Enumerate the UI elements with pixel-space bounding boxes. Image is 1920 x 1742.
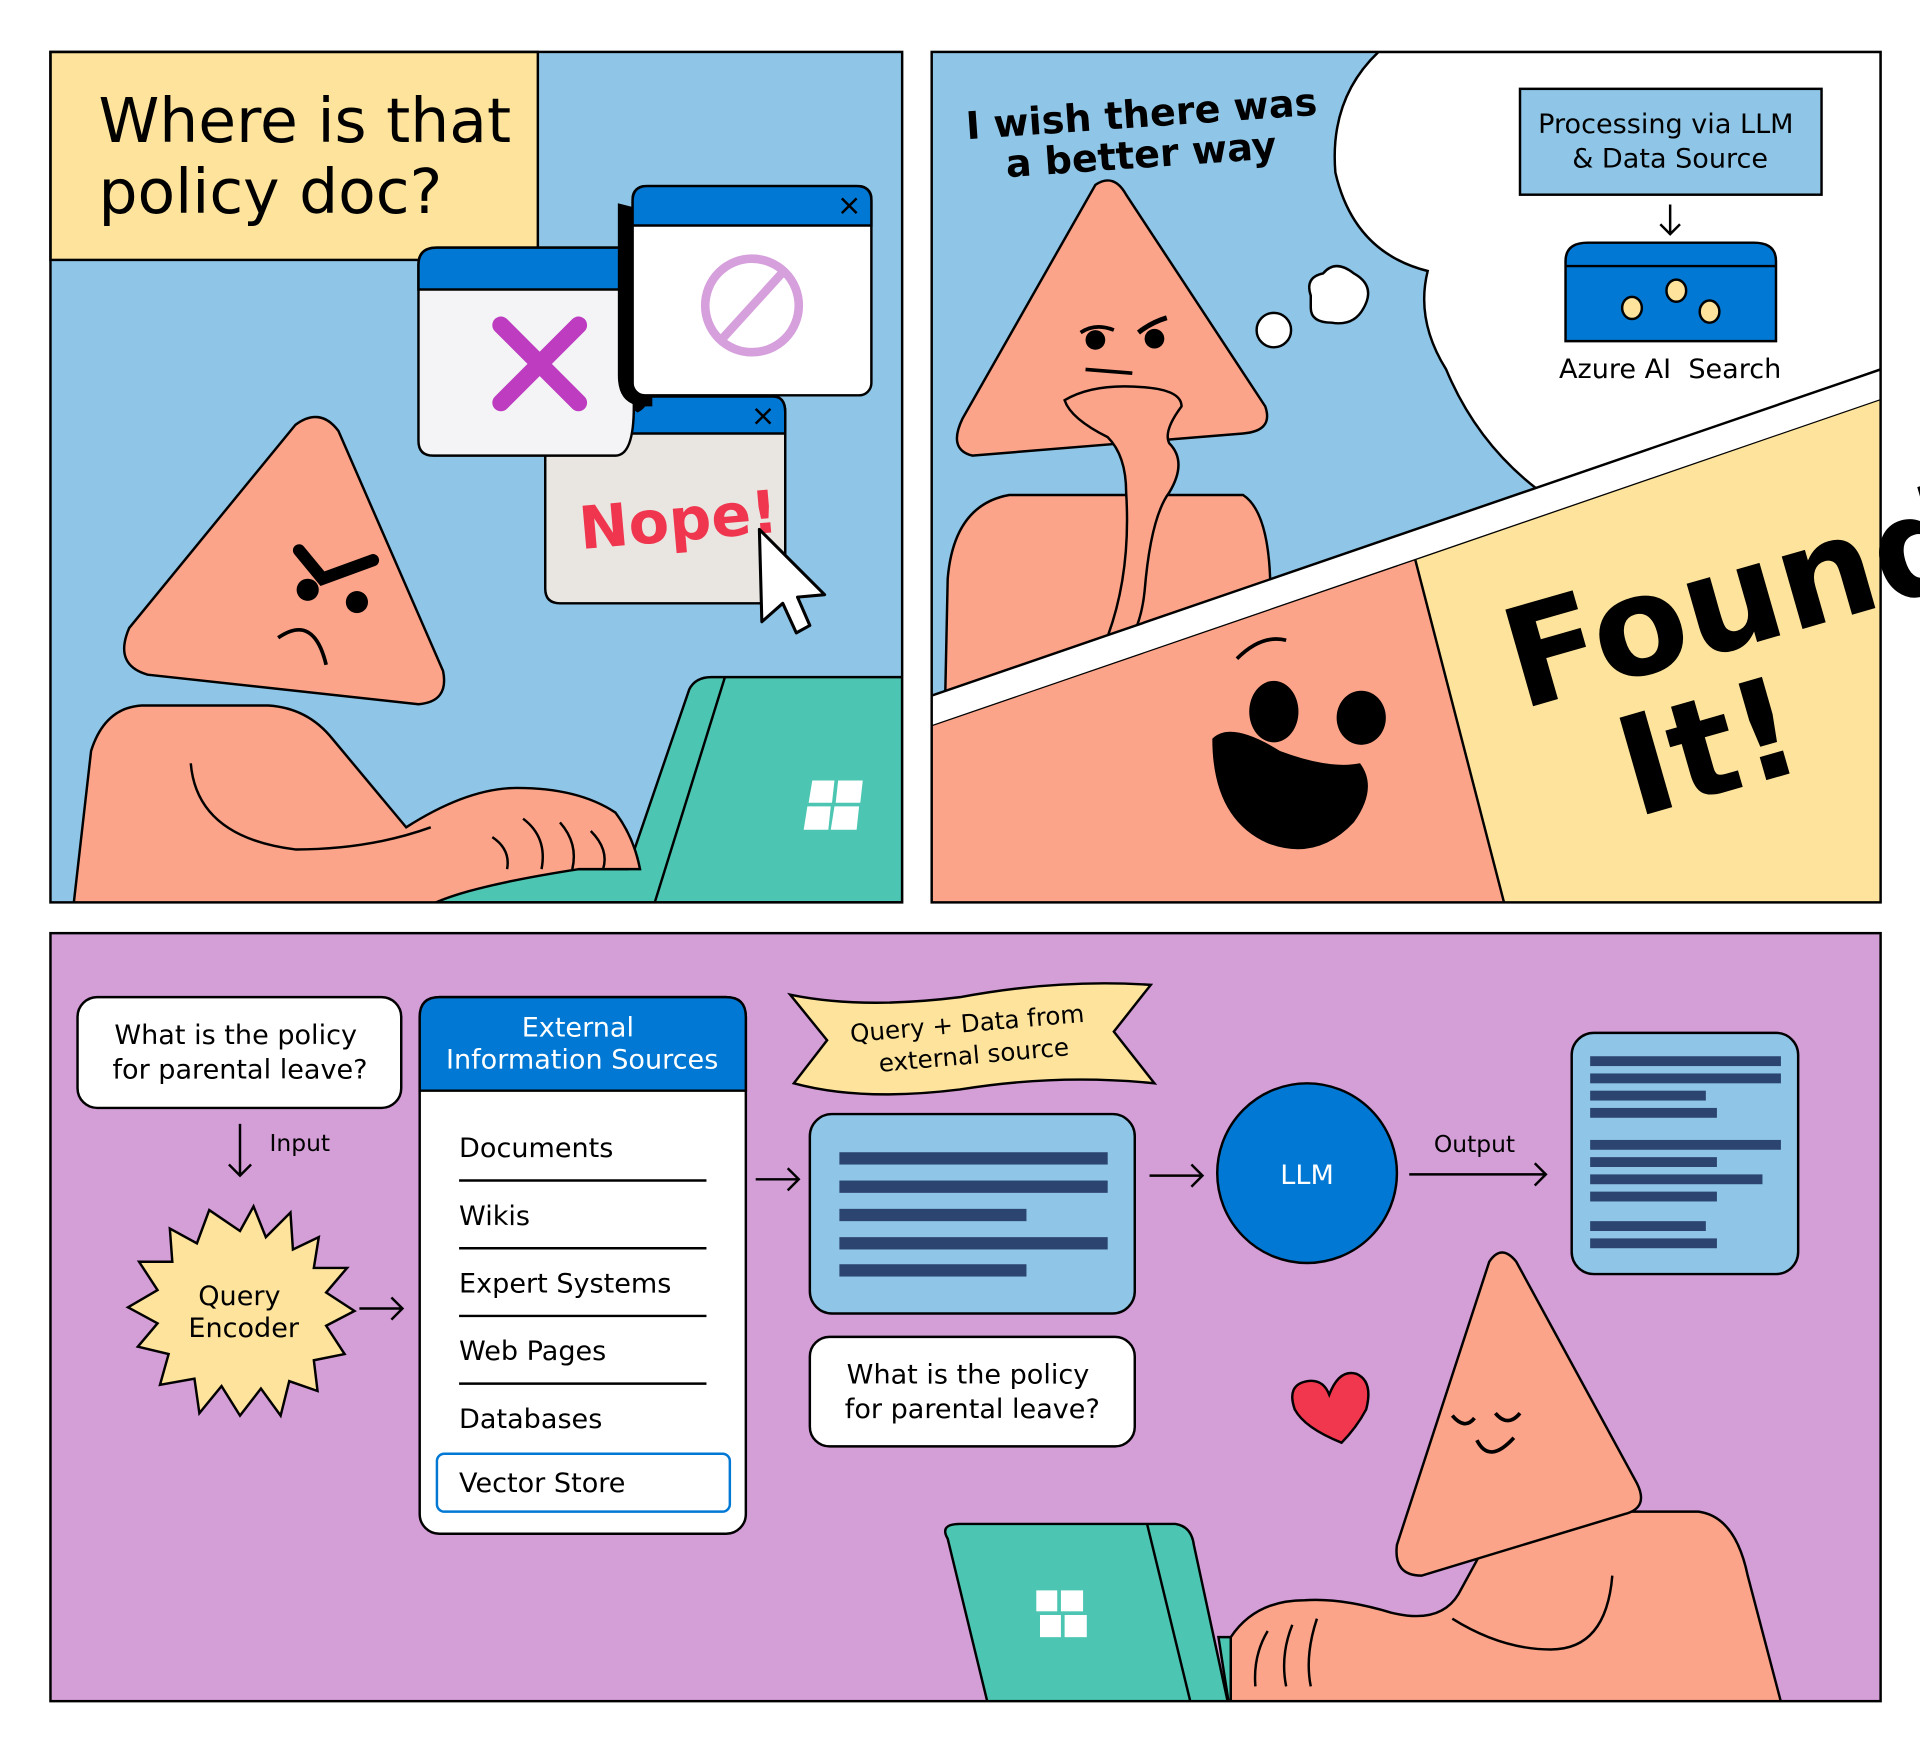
popup-forbidden[interactable] bbox=[617, 184, 873, 407]
caption-line-1: Where is that bbox=[98, 85, 511, 157]
source-item-databases[interactable]: Databases bbox=[459, 1404, 602, 1435]
svg-text:Vector Store: Vector Store bbox=[459, 1468, 625, 1499]
augmented-context-doc bbox=[808, 1112, 1136, 1315]
svg-text:Query Encoder: Query Encoder bbox=[188, 1281, 300, 1344]
processing-line-2: & Data Source bbox=[1572, 144, 1768, 175]
encoder-line-2: Encoder bbox=[188, 1313, 300, 1344]
input-label: Input bbox=[270, 1129, 331, 1157]
sources-header-line-1: External bbox=[522, 1013, 634, 1044]
question-line-1: What is the policy bbox=[114, 1020, 357, 1051]
question-copy-box bbox=[808, 1335, 1136, 1448]
panel-thinking: I wish there was a better way Processing… bbox=[930, 50, 1920, 904]
question-copy-line-2: for parental leave? bbox=[845, 1394, 1100, 1425]
llm-label: LLM bbox=[1280, 1160, 1334, 1191]
svg-text:Web Pages: Web Pages bbox=[459, 1336, 606, 1367]
azure-search-label: Azure AI Search bbox=[1559, 354, 1781, 385]
panel-where-is-doc: Where is that policy doc? Nope! bbox=[49, 50, 904, 904]
output-doc bbox=[1570, 1031, 1800, 1276]
output-label: Output bbox=[1434, 1130, 1515, 1158]
processing-line-1: Processing via LLM bbox=[1538, 109, 1793, 140]
processing-box bbox=[1518, 87, 1823, 196]
encoder-line-1: Query bbox=[198, 1281, 280, 1312]
svg-text:Expert Systems: Expert Systems bbox=[459, 1269, 671, 1300]
sources-header-line-2: Information Sources bbox=[446, 1045, 718, 1076]
svg-text:Wikis: Wikis bbox=[459, 1201, 530, 1232]
question-copy-line-1: What is the policy bbox=[847, 1360, 1090, 1391]
comic-canvas: Where is that policy doc? Nope! I wish t… bbox=[49, 50, 1920, 1703]
question-line-2: for parental leave? bbox=[112, 1054, 367, 1085]
popup-error-x[interactable] bbox=[417, 246, 650, 457]
llm-node: LLM bbox=[1216, 1082, 1399, 1265]
caption-line-2: policy doc? bbox=[98, 156, 442, 228]
question-box bbox=[76, 995, 403, 1110]
panel-rag-diagram: What is the policy for parental leave? I… bbox=[49, 931, 1882, 1703]
source-item-vector-store[interactable]: Vector Store bbox=[435, 1452, 732, 1513]
svg-text:Documents: Documents bbox=[459, 1133, 613, 1164]
svg-text:Databases: Databases bbox=[459, 1404, 602, 1435]
external-sources-panel: External Information Sources Documents W… bbox=[418, 995, 748, 1535]
azure-search-icon bbox=[1564, 241, 1778, 343]
